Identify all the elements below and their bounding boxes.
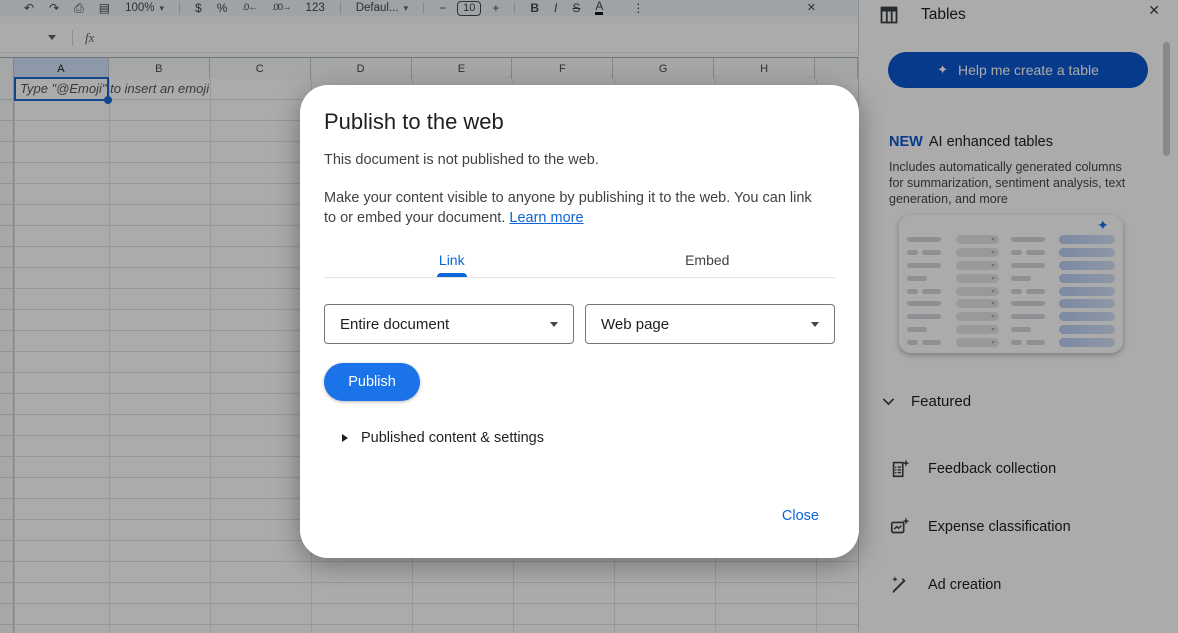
chevron-down-icon xyxy=(811,322,819,327)
tab-link-label: Link xyxy=(439,252,465,268)
tab-embed-label: Embed xyxy=(685,252,729,268)
format-dropdown-value: Web page xyxy=(601,316,669,333)
chevron-down-icon xyxy=(550,322,558,327)
disclosure-triangle-icon xyxy=(342,434,348,442)
learn-more-link[interactable]: Learn more xyxy=(509,210,583,226)
app-root: ↶↷⎙▤100%▾$%.0←.00→123Defaul...▾−10+BISA⋮… xyxy=(0,0,1178,633)
close-dialog-link[interactable]: Close xyxy=(782,508,819,524)
active-tab-indicator xyxy=(437,273,467,277)
publish-options-row: Entire document Web page xyxy=(324,304,835,344)
scope-dropdown-value: Entire document xyxy=(340,316,449,333)
scope-dropdown[interactable]: Entire document xyxy=(324,304,574,344)
tab-link[interactable]: Link xyxy=(324,243,580,277)
publish-button[interactable]: Publish xyxy=(324,363,420,401)
tab-embed[interactable]: Embed xyxy=(580,243,836,277)
published-content-settings-expander[interactable]: Published content & settings xyxy=(342,430,835,446)
disclosure-label: Published content & settings xyxy=(361,430,544,446)
publish-status-text: This document is not published to the we… xyxy=(324,152,835,168)
publish-description: Make your content visible to anyone by p… xyxy=(324,188,826,228)
tabs-divider xyxy=(324,277,835,278)
dialog-title: Publish to the web xyxy=(324,109,835,135)
publish-tabs: Link Embed xyxy=(324,243,835,277)
publish-dialog: Publish to the web This document is not … xyxy=(300,85,859,558)
format-dropdown[interactable]: Web page xyxy=(585,304,835,344)
